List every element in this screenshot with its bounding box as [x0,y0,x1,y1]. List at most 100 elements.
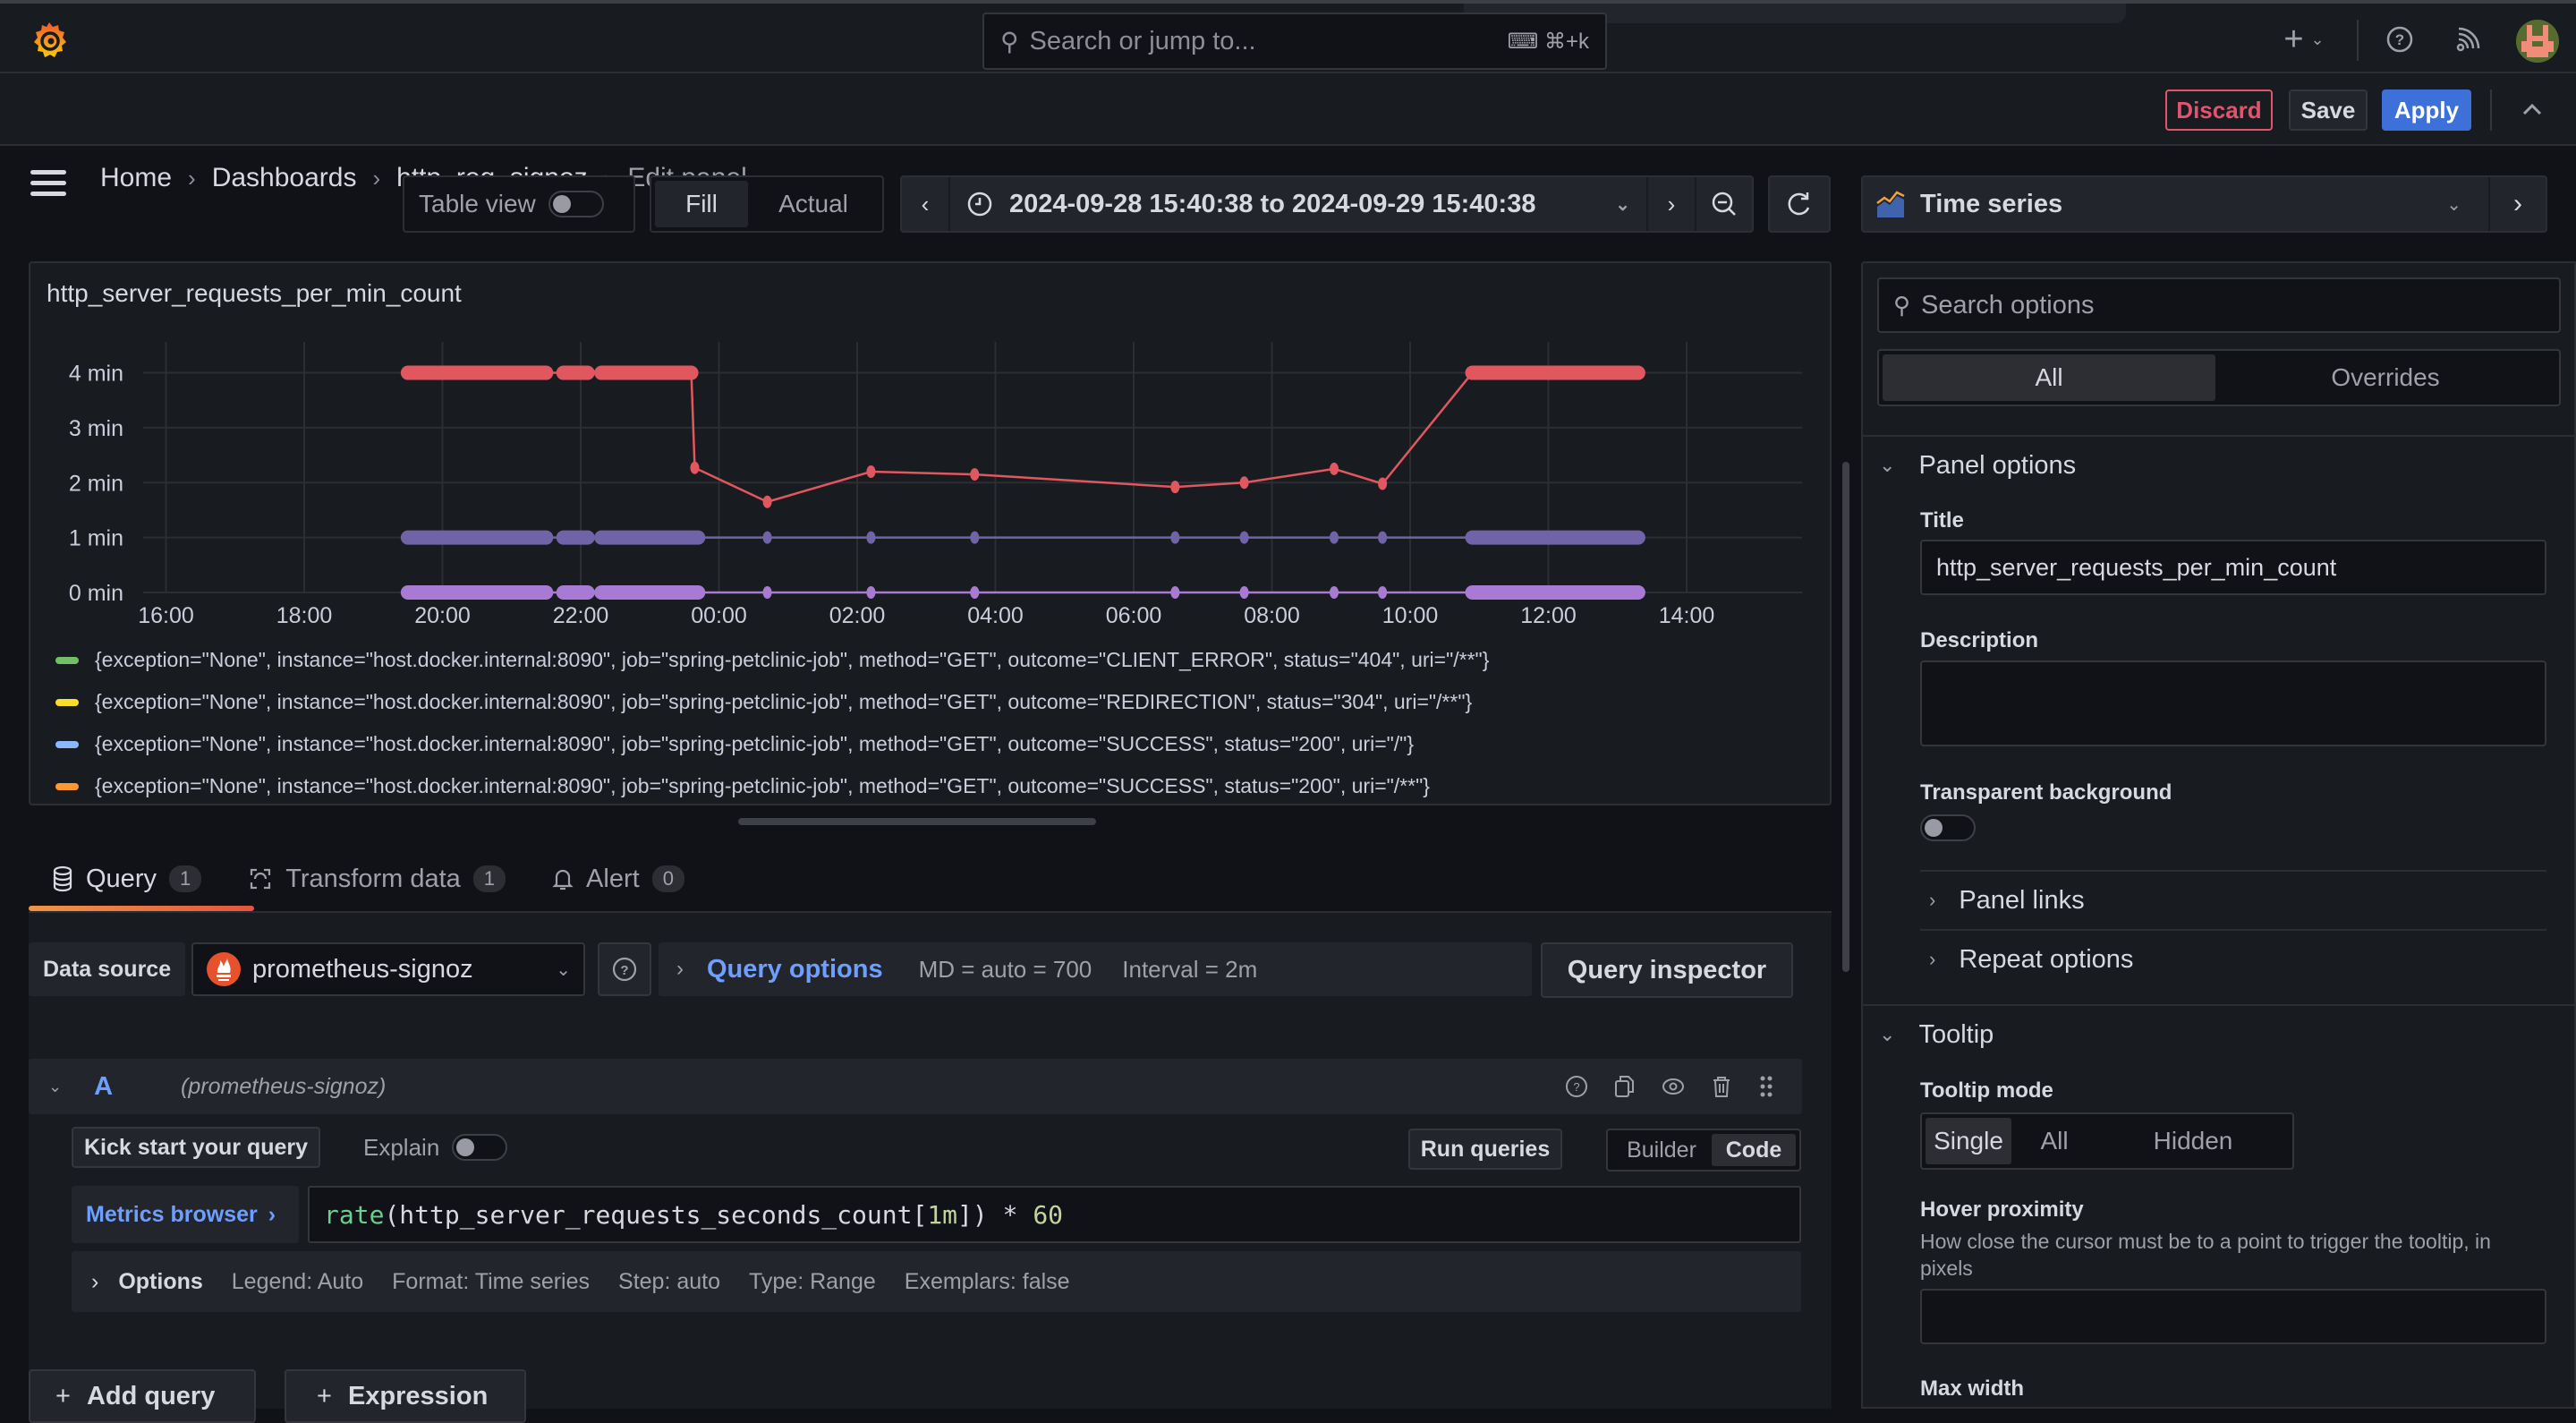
legend-item[interactable]: {exception="None", instance="host.docker… [55,765,1489,804]
transparent-bg-switch[interactable] [1920,814,1976,841]
collapse-header-button[interactable] [2514,91,2550,127]
time-back-button[interactable]: ‹ [902,177,950,231]
kick-start-query-button[interactable]: Kick start your query [72,1127,320,1168]
data-point [970,468,980,481]
close-options-pane-button[interactable]: › [2488,177,2546,231]
menu-toggle-button[interactable] [30,170,66,197]
datasource-help-button[interactable]: ? [598,942,651,996]
actual-option[interactable]: Actual [748,190,879,218]
tooltip-header[interactable]: ⌄ Tooltip [1879,1017,1994,1052]
drag-handle-icon[interactable] [1757,1074,1775,1099]
panel-links-title: Panel links [1959,885,2085,915]
transform-icon [251,868,271,890]
legend-item[interactable]: {exception="None", instance="host.docker… [55,723,1489,765]
add-expression-button[interactable]: + Expression [285,1369,526,1423]
tooltip-mode-all[interactable]: All [2011,1118,2097,1164]
x-tick-label: 06:00 [1106,603,1162,628]
promql-code-editor[interactable]: rate(http_server_requests_seconds_count[… [308,1186,1801,1243]
repeat-options-header[interactable]: › Repeat options [1929,942,2133,977]
eye-icon[interactable] [1661,1074,1686,1099]
tooltip-mode-hidden[interactable]: Hidden [2097,1118,2289,1164]
transparent-bg-label: Transparent background [1920,780,2172,805]
query-options-row[interactable]: › Options Legend: Auto Format: Time seri… [72,1251,1801,1312]
user-avatar[interactable] [2516,20,2559,63]
refresh-button[interactable] [1768,175,1831,233]
explain-toggle-group: Explain [363,1127,508,1168]
new-menu-button[interactable]: + ⌄ [2273,20,2335,59]
code-mode-option[interactable]: Code [1712,1134,1796,1166]
duplicate-icon[interactable] [1612,1074,1637,1099]
time-picker: ‹ 2024-09-28 15:40:38 to 2024-09-29 15:4… [900,175,1754,233]
help-button[interactable]: ? [2380,20,2419,59]
zoom-out-button[interactable] [1695,177,1752,231]
data-point [693,586,703,599]
query-options-bar[interactable]: › Query options MD = auto = 700 Interval… [659,942,1532,996]
editor-scrollbar[interactable] [1842,462,1849,972]
search-icon: ⚲ [1893,291,1911,319]
datasource-picker[interactable]: prometheus-signoz ⌄ [191,942,585,996]
x-tick-label: 18:00 [276,603,333,628]
avatar-identicon [2516,20,2559,63]
expr-operator: * [987,1199,1033,1230]
table-view-switch[interactable] [548,191,604,217]
data-point [866,465,876,478]
tab-query-label: Query [86,864,157,893]
collapse-query-button[interactable]: ⌄ [48,1078,62,1096]
time-series-chart[interactable]: 0 min 1 min 2 min 3 min 4 min 16:00 18:00 20:00… [30,263,1830,639]
help-icon[interactable]: ? [1564,1074,1589,1099]
global-search-input[interactable]: ⚲ Search or jump to... ⌨ ⌘+k [982,13,1607,70]
legend-item[interactable]: {exception="None", instance="host.docker… [55,681,1489,723]
add-query-button[interactable]: + Add query [29,1369,256,1423]
keyboard-shortcut-hint: ⌨ ⌘+k [1507,29,1589,54]
breadcrumb-dashboards[interactable]: Dashboards [212,163,357,193]
data-point [970,586,980,599]
builder-mode-option[interactable]: Builder [1611,1138,1712,1163]
data-point [1378,586,1388,599]
fill-option[interactable]: Fill [655,181,748,227]
options-legend: Legend: Auto [231,1268,364,1294]
tab-query[interactable]: Query 1 [29,850,225,907]
chevron-right-icon: › [372,164,381,192]
trash-icon[interactable] [1709,1074,1734,1099]
breadcrumb-home[interactable]: Home [100,163,172,193]
time-forward-button[interactable]: › [1646,177,1695,231]
panel-resize-handle[interactable] [738,818,1096,825]
overrides-option[interactable]: Overrides [2215,354,2555,401]
run-queries-button[interactable]: Run queries [1408,1129,1562,1170]
panel-options-header[interactable]: ⌄ Panel options [1879,447,2076,483]
metrics-browser-label: Metrics browser [86,1201,258,1227]
all-option[interactable]: All [1883,354,2215,401]
legend-item[interactable]: {exception="None", instance="host.docker… [55,639,1489,681]
expr-function: rate [324,1199,385,1230]
news-button[interactable] [2448,20,2487,59]
panel-title-input[interactable]: http_server_requests_per_min_count [1920,540,2546,595]
tab-transform-count: 1 [472,865,506,892]
tooltip-mode-single[interactable]: Single [1926,1118,2011,1164]
legend-color-swatch [55,782,79,790]
metrics-browser-button[interactable]: Metrics browser › [72,1186,299,1243]
data-point [1330,586,1339,599]
apply-button[interactable]: Apply [2382,89,2471,131]
time-series-viz-icon [1876,191,1905,217]
data-point [1467,366,1477,379]
query-options-label[interactable]: Query options [707,955,883,984]
hover-proximity-input[interactable] [1920,1289,2546,1344]
tab-alert[interactable]: Alert 0 [529,850,708,907]
time-range-button[interactable]: 2024-09-28 15:40:38 to 2024-09-29 15:40:… [950,177,1646,231]
panel-description-textarea[interactable] [1920,660,2546,746]
data-point [1378,477,1388,490]
fill-actual-radio: Fill Actual [650,175,884,233]
discard-button[interactable]: Discard [2165,89,2273,131]
panel-links-header[interactable]: › Panel links [1929,882,2085,918]
visualization-picker[interactable]: Time series ⌄ › [1861,175,2547,233]
chevron-right-icon: › [91,1268,99,1294]
breadcrumb-bar: Home › Dashboards › http_req_signoz › Ed… [0,73,2576,196]
query-ref-id[interactable]: A [94,1072,113,1102]
explain-switch[interactable] [452,1134,508,1161]
save-button[interactable]: Save [2289,89,2368,131]
query-inspector-button[interactable]: Query inspector [1541,942,1793,998]
help-icon: ? [2386,26,2413,53]
search-options-input[interactable]: ⚲ Search options [1877,277,2561,333]
tab-transform[interactable]: Transform data 1 [225,850,529,907]
grafana-logo-icon[interactable] [29,20,70,61]
